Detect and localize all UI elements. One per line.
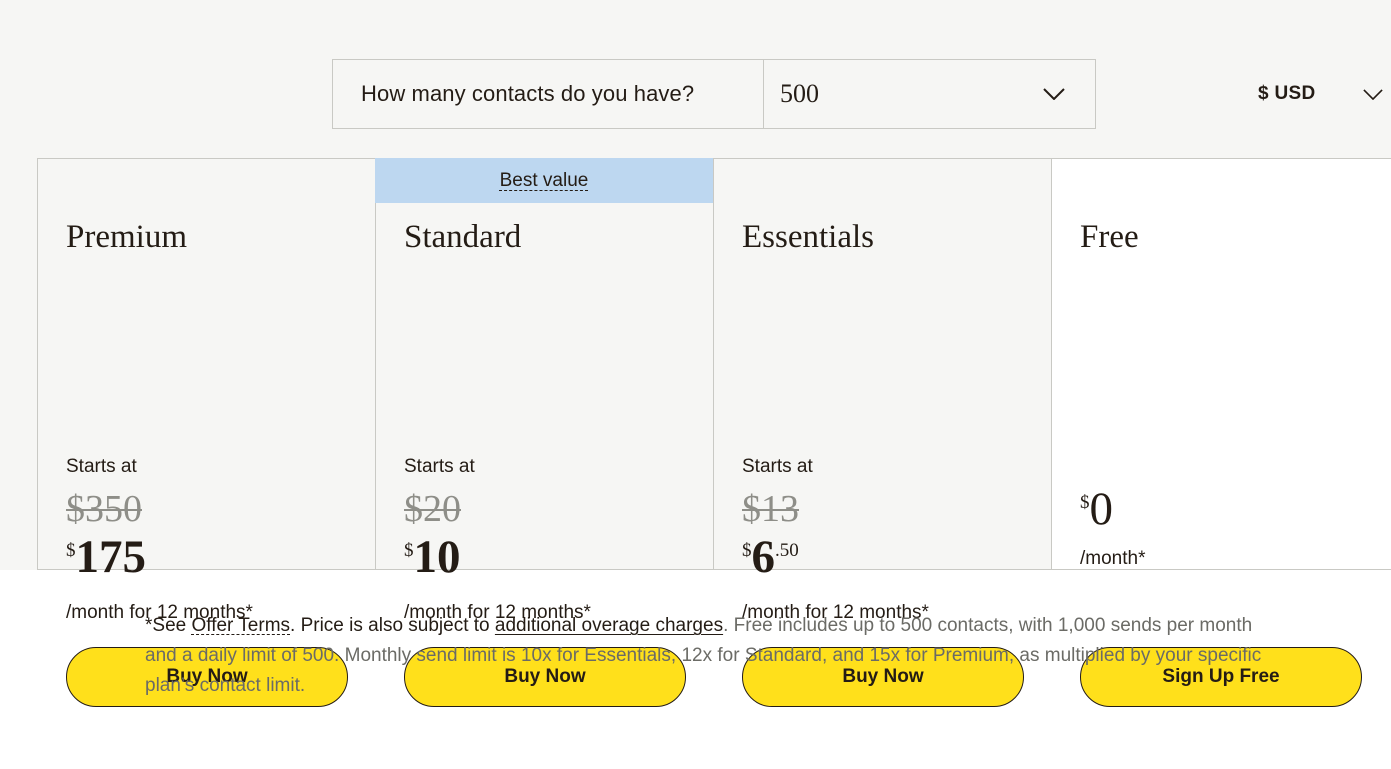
plan-title: Standard bbox=[404, 219, 522, 255]
contact-count-selector[interactable]: How many contacts do you have? 500 bbox=[332, 59, 1096, 129]
plan-title: Premium bbox=[66, 219, 187, 255]
footnote-after-terms: . Price is also subject to bbox=[290, 615, 495, 636]
currency-selector[interactable]: $ USD bbox=[1258, 76, 1391, 112]
plan-card-standard: Best value Standard Starts at $20 $ 10 /… bbox=[375, 158, 713, 707]
starts-at-label: Starts at bbox=[404, 456, 475, 477]
plan-card-premium: Premium Starts at $350 $ 175 /month for … bbox=[37, 158, 375, 707]
overage-charges-link[interactable]: additional overage charges bbox=[495, 615, 723, 636]
price-amount: 175 bbox=[75, 531, 147, 583]
contact-count-dropdown[interactable]: 500 bbox=[764, 60, 1095, 128]
price-cents: .50 bbox=[775, 540, 799, 561]
currency-symbol: $ bbox=[66, 540, 76, 561]
current-price: $ 10 bbox=[404, 531, 461, 583]
contact-question-label: How many contacts do you have? bbox=[333, 60, 764, 128]
header-row: How many contacts do you have? 500 $ USD bbox=[0, 0, 1391, 158]
currency-symbol: $ bbox=[1080, 492, 1090, 513]
current-price: $ 6 .50 bbox=[742, 531, 799, 583]
original-price: $13 bbox=[742, 488, 799, 530]
plan-title: Free bbox=[1080, 219, 1139, 255]
best-value-banner: Best value bbox=[375, 158, 713, 203]
original-price: $20 bbox=[404, 488, 461, 530]
footnote-asterisk: *See bbox=[145, 615, 192, 636]
currency-symbol: $ bbox=[742, 540, 752, 561]
current-price: $ 175 bbox=[66, 531, 147, 583]
footnote: *See Offer Terms. Price is also subject … bbox=[145, 611, 1285, 701]
currency-symbol: $ bbox=[404, 540, 414, 561]
original-price: $350 bbox=[66, 488, 142, 530]
currency-label: $ USD bbox=[1258, 83, 1316, 104]
starts-at-label: Starts at bbox=[742, 456, 813, 477]
contact-count-value: 500 bbox=[780, 79, 819, 108]
price-amount: 6 bbox=[751, 531, 776, 583]
chevron-down-icon bbox=[1043, 88, 1065, 100]
pricing-plans: Premium Starts at $350 $ 175 /month for … bbox=[37, 158, 1391, 707]
plan-title: Essentials bbox=[742, 219, 874, 255]
price-amount: 10 bbox=[413, 531, 461, 583]
current-price: $ 0 bbox=[1080, 483, 1114, 535]
offer-terms-link[interactable]: Offer Terms bbox=[191, 615, 290, 636]
best-value-label[interactable]: Best value bbox=[500, 170, 589, 192]
plan-card-free: Free $ 0 /month* Sign Up Free bbox=[1051, 158, 1391, 707]
chevron-down-icon bbox=[1363, 88, 1383, 100]
plan-card-essentials: Essentials Starts at $13 $ 6 .50 /month … bbox=[713, 158, 1051, 707]
price-amount: 0 bbox=[1089, 483, 1114, 535]
starts-at-label: Starts at bbox=[66, 456, 137, 477]
billing-period: /month* bbox=[1080, 548, 1146, 569]
